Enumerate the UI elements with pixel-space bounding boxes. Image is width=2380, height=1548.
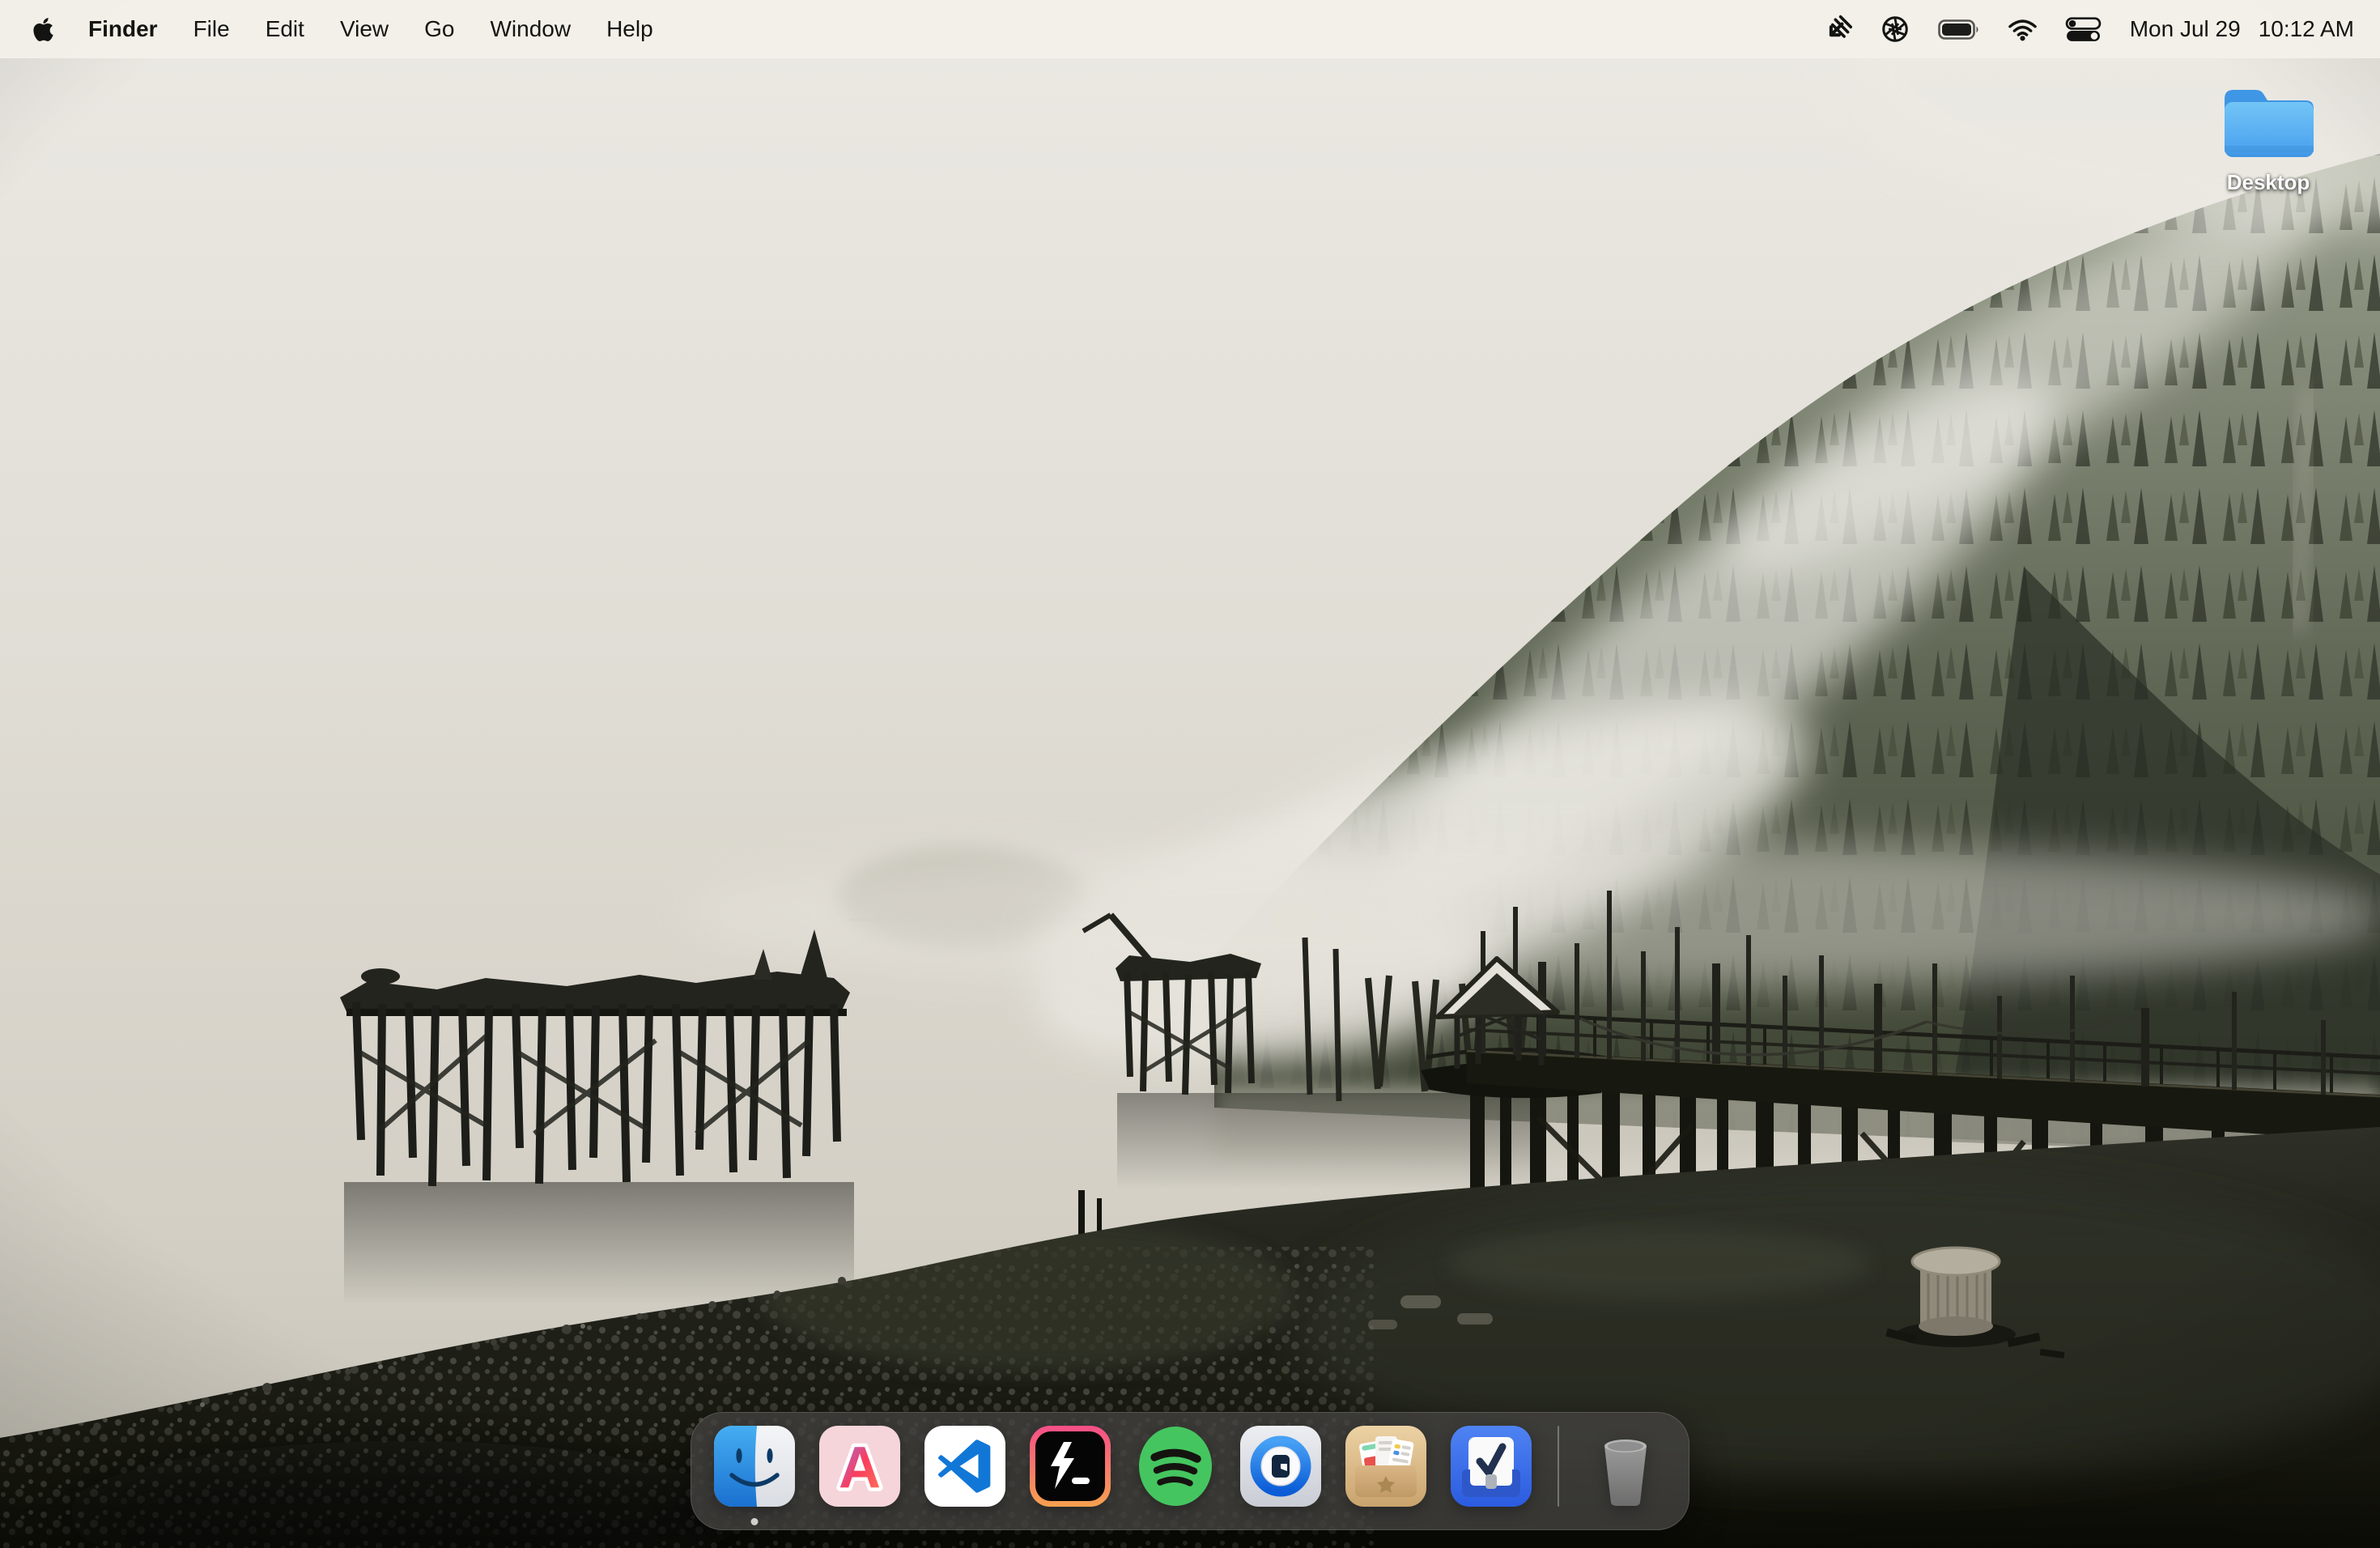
dock-item-trash[interactable] (1583, 1424, 1668, 1508)
clock-time: 10:12 AM (2259, 16, 2354, 42)
aperture-icon[interactable] (1866, 0, 1924, 58)
menu-bar-clock[interactable]: Mon Jul 29 10:12 AM (2115, 16, 2357, 42)
arc-browser-icon: A (818, 1424, 902, 1508)
menu-item-view[interactable]: View (322, 0, 406, 58)
desktop-folder-icon[interactable]: Desktop (2207, 81, 2330, 195)
desktop-folder-label: Desktop (2227, 170, 2310, 195)
wifi-icon[interactable] (1994, 0, 2051, 58)
dock-item-spotify[interactable] (1133, 1424, 1218, 1508)
dock-item-arc[interactable]: A (818, 1424, 902, 1508)
things-icon (1449, 1424, 1533, 1508)
menu-bar: Finder File Edit View Go Window Help (0, 0, 2380, 58)
clock-date: Mon Jul 29 (2130, 16, 2241, 42)
menu-app-name[interactable]: Finder (70, 0, 176, 58)
dock-item-finder[interactable] (712, 1424, 797, 1508)
desktop-wallpaper (0, 0, 2380, 1548)
battery-glyph (1938, 19, 1980, 40)
dock-separator (1558, 1426, 1559, 1507)
menu-item-go[interactable]: Go (406, 0, 472, 58)
battery-icon[interactable] (1924, 0, 1994, 58)
dock-item-things[interactable] (1449, 1424, 1533, 1508)
dock: A (691, 1412, 1689, 1530)
blue-folder-icon (2218, 81, 2318, 162)
card-file-box-icon (1344, 1424, 1428, 1508)
apple-logo-icon (32, 16, 54, 43)
control-center-glyph (2065, 17, 2102, 42)
wifi-glyph (2008, 18, 2038, 41)
finder-icon (712, 1424, 797, 1508)
vscode-icon (923, 1424, 1007, 1508)
menu-bar-left: Finder File Edit View Go Window Help (31, 0, 671, 58)
apple-menu[interactable] (31, 0, 70, 58)
dock-item-warp[interactable] (1028, 1424, 1112, 1508)
hyperkey-glyph (1823, 15, 1852, 44)
menu-item-help[interactable]: Help (589, 0, 671, 58)
aperture-glyph (1880, 14, 1910, 45)
trash-icon (1583, 1424, 1668, 1508)
dock-item-vscode[interactable] (923, 1424, 1007, 1508)
running-indicator (751, 1518, 759, 1525)
menu-item-file[interactable]: File (176, 0, 248, 58)
hyperkey-icon[interactable] (1809, 0, 1866, 58)
1password-icon (1239, 1424, 1323, 1508)
menu-item-edit[interactable]: Edit (248, 0, 322, 58)
svg-text:A: A (839, 1435, 881, 1500)
dock-item-1password[interactable] (1239, 1424, 1323, 1508)
menu-bar-status-area: Mon Jul 29 10:12 AM (1809, 0, 2357, 58)
warp-terminal-icon (1028, 1424, 1112, 1508)
control-center-icon[interactable] (2051, 0, 2115, 58)
spotify-icon (1133, 1424, 1218, 1508)
menu-item-window[interactable]: Window (472, 0, 589, 58)
wallpaper-foggy-pier-scene (0, 0, 2380, 1548)
dock-item-cardbox[interactable] (1344, 1424, 1428, 1508)
